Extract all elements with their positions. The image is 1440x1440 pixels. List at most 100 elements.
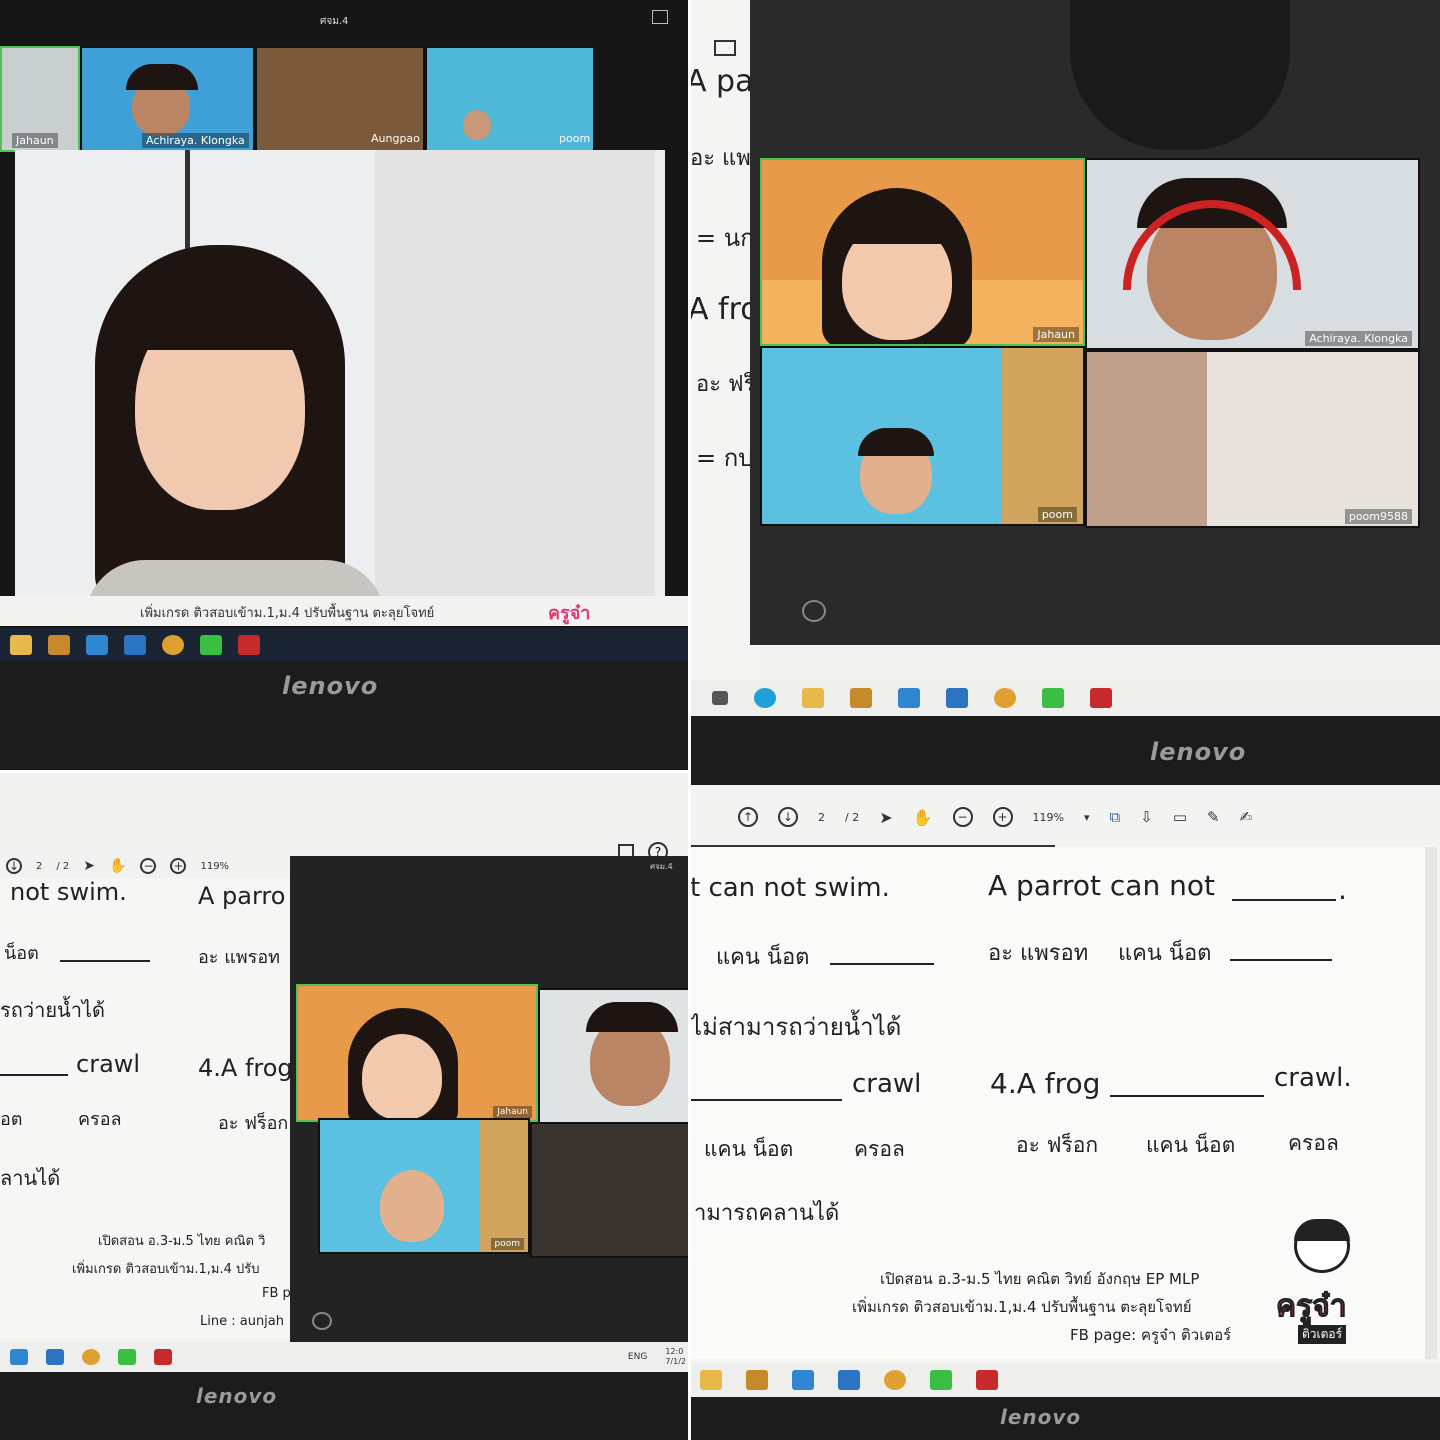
photos-icon[interactable] [46,1349,64,1365]
hand-tool-icon[interactable]: ✋ [913,808,933,827]
tutor-logo-hair [1294,1219,1350,1241]
mail-icon[interactable] [792,1370,814,1390]
ad-line3: FB page: ครูจ๋า ติวเตอร์ [1070,1326,1232,1344]
line-app-icon[interactable] [1042,688,1064,708]
zoom-level[interactable]: 119% [1033,811,1064,824]
clock[interactable]: 12:0 7/1/2 [665,1347,690,1367]
pdf-reader-icon[interactable] [1090,688,1112,708]
participant-hair [586,1002,678,1032]
ad-line1-partial: เปิดสอน อ.3-ม.5 ไทย คณิต วิ [98,1234,266,1249]
email-icon[interactable] [714,40,736,56]
pdf-reader-icon[interactable] [976,1370,998,1390]
fit-page-icon[interactable]: ⧉ [1110,808,1121,826]
photos-icon[interactable] [124,635,146,655]
ad-line4-partial: Line : aunjah [200,1314,284,1329]
participant-tile-aungpao[interactable]: Aungpao [255,46,425,152]
select-tool-icon[interactable]: ➤ [879,808,892,827]
prev-page-icon[interactable]: ↑ [738,807,758,827]
participant-tile-poom9588[interactable]: poom9588 [1085,350,1420,528]
participant-tile-poom[interactable]: poom [425,46,595,152]
participant-name: poom [559,132,591,145]
edge-icon[interactable] [754,688,776,708]
zoom-level[interactable]: 119% [200,861,229,872]
chrome-icon[interactable] [994,688,1016,708]
participant-name: Jahaun [1033,327,1079,342]
comment-icon[interactable]: ▭ [1173,808,1187,826]
participant-tile-achiraya[interactable]: Achiraya. Klongka [80,46,255,152]
task-view-icon[interactable] [712,691,728,705]
mail-icon[interactable] [86,635,108,655]
mail-icon[interactable] [10,1349,28,1365]
taskbar [690,1363,1440,1397]
highlight-pen-icon[interactable]: ✎ [1207,808,1220,826]
line-app-icon[interactable] [200,635,222,655]
zoom-in-icon[interactable]: + [170,858,187,874]
photos-icon[interactable] [946,688,968,708]
crawl-meaning: ามารถคลานได้ [694,1201,840,1226]
participant-tile-jahaun[interactable]: Jahaun [0,46,80,152]
q3-read-b: แคน น็อต [716,945,810,970]
clock-time: 12:0 [665,1347,684,1356]
participant-tile-jahaun[interactable]: Jahaun [760,158,1085,346]
chrome-icon[interactable] [82,1349,100,1365]
line-app-icon[interactable] [930,1370,952,1390]
zoom-out-icon[interactable]: − [952,807,973,827]
chat-icon[interactable] [802,600,826,622]
sign-icon[interactable]: ✍ [1240,808,1253,826]
page-number[interactable]: 2 [818,811,825,824]
prev-page-icon[interactable]: ↓ [6,858,22,874]
laptop-brand-logo: lenovo [1000,1405,1082,1429]
ad-line3-partial: FB p [262,1286,291,1301]
line-app-icon[interactable] [118,1349,136,1365]
store-icon[interactable] [48,635,70,655]
ad-banner: เพิ่มเกรด ติวสอบเข้าม.1,ม.4 ปรับพื้นฐาน … [0,596,690,626]
chrome-icon[interactable] [162,635,184,655]
participant-tile-achiraya[interactable] [538,988,690,1124]
answer-blank-crawl[interactable] [690,1099,842,1101]
taskbar [0,628,690,662]
zoom-dropdown-icon[interactable]: ▾ [1084,811,1090,824]
active-speaker-video[interactable] [15,150,665,620]
file-explorer-icon[interactable] [700,1370,722,1390]
laptop-brand-logo: lenovo [282,672,379,700]
store-icon[interactable] [746,1370,768,1390]
zoom-in-icon[interactable]: + [992,807,1013,827]
chat-icon[interactable] [312,1312,332,1330]
page-total: / 2 [845,810,860,824]
chrome-icon[interactable] [884,1370,906,1390]
next-page-icon[interactable]: ↓ [778,807,798,827]
participant-tile-poom[interactable]: poom [760,346,1085,526]
store-icon[interactable] [850,688,872,708]
window-title: ศจม.4 [320,16,349,27]
pdf-reader-icon[interactable] [154,1349,172,1365]
select-tool-icon[interactable]: ➤ [83,858,95,874]
file-explorer-icon[interactable] [10,635,32,655]
answer-blank-q2-read[interactable] [1230,959,1332,961]
photos-icon[interactable] [838,1370,860,1390]
laptop-brand-logo: lenovo [1150,738,1247,766]
answer-blank-q3[interactable] [830,963,934,965]
zoom-out-icon[interactable]: − [140,858,157,874]
language-indicator[interactable]: ENG [628,1352,647,1362]
gallery-view-icon[interactable] [652,10,668,24]
file-explorer-icon[interactable] [802,688,824,708]
photo-top-right: A pa อะ แพ = นก A fro อะ ฟร็ = กบไ ศจม.4… [690,0,1440,785]
scrollbar[interactable] [1425,847,1437,1359]
laptop-bezel: lenovo [690,1397,1440,1440]
pdf-toolbar: ↓ 2 / 2 ➤ ✋ − + 119% [6,858,229,874]
participant-tile-jahaun[interactable]: Jahaun [296,984,538,1122]
participant-tile-poom9588[interactable] [530,1122,690,1258]
page-number[interactable]: 2 [36,861,42,872]
mail-icon[interactable] [898,688,920,708]
laptop-bezel: lenovo [690,716,1440,785]
q4-read-b: แคน น็อต [1146,1133,1236,1157]
answer-blank[interactable] [0,1074,68,1076]
participant-tile-poom[interactable]: poom [318,1118,530,1254]
answer-blank[interactable] [60,960,150,962]
answer-blank-q4[interactable] [1110,1095,1264,1097]
hand-tool-icon[interactable]: ✋ [109,858,126,874]
pdf-reader-icon[interactable] [238,635,260,655]
answer-blank-q2[interactable] [1232,899,1336,901]
scroll-mode-icon[interactable]: ⇩ [1140,808,1153,826]
participant-tile-achiraya[interactable]: Achiraya. Klongka [1085,158,1420,350]
